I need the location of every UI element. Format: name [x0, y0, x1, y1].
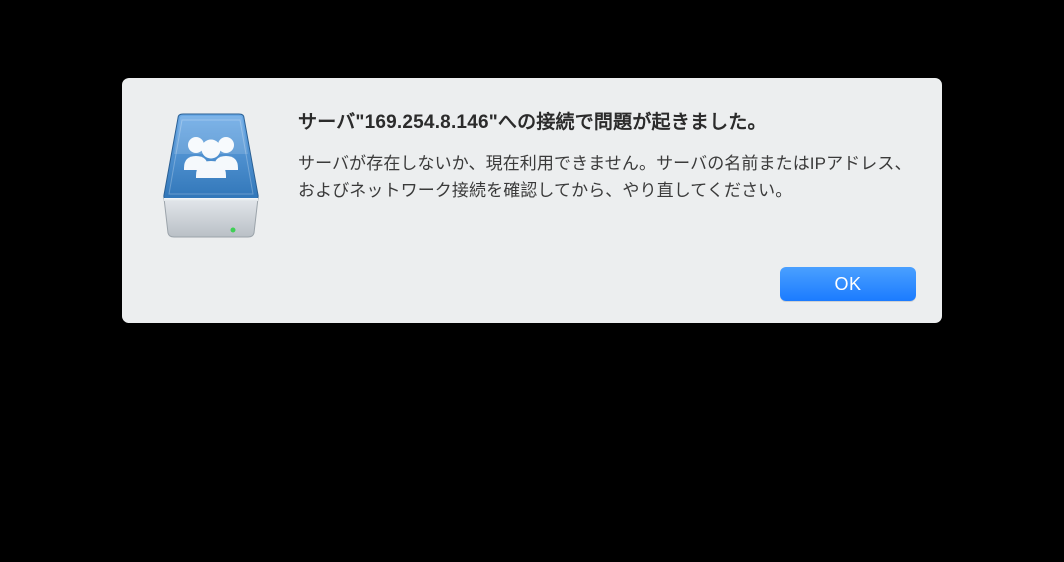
dialog-icon-wrap	[152, 104, 270, 245]
dialog-title: サーバ"169.254.8.146"への接続で問題が起きました。	[298, 108, 916, 137]
connection-error-dialog: サーバ"169.254.8.146"への接続で問題が起きました。 サーバが存在し…	[122, 78, 942, 323]
network-drive-icon	[156, 110, 266, 245]
dialog-message: サーバが存在しないか、現在利用できません。サーバの名前またはIPアドレス、および…	[298, 151, 916, 205]
ok-button[interactable]: OK	[780, 267, 916, 301]
dialog-body: サーバ"169.254.8.146"への接続で問題が起きました。 サーバが存在し…	[152, 104, 916, 245]
dialog-content: サーバ"169.254.8.146"への接続で問題が起きました。 サーバが存在し…	[298, 104, 916, 205]
dialog-button-row: OK	[152, 267, 916, 301]
